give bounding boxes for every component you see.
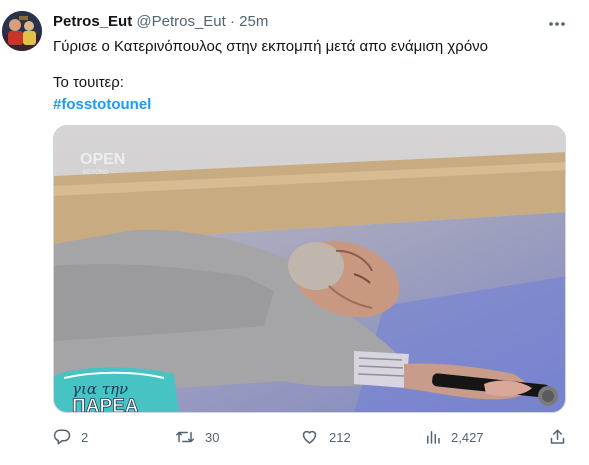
- timestamp[interactable]: 25m: [239, 13, 268, 30]
- media-image: OPEN BEYOND για την ΠΑΡΕΑ: [54, 126, 565, 413]
- retweet-button[interactable]: 30: [175, 426, 219, 448]
- tweet-header: Petros_Eut @Petros_Eut · 25m: [53, 13, 268, 31]
- retweet-count: 30: [205, 429, 220, 445]
- share-icon: [549, 428, 566, 446]
- avatar[interactable]: [2, 11, 42, 51]
- separator-dot: ·: [229, 13, 235, 30]
- author-handle[interactable]: @Petros_Eut: [136, 13, 225, 30]
- views-button[interactable]: 2,427: [425, 426, 484, 448]
- channel-logo: OPEN: [80, 151, 125, 168]
- show-logo-line2: ΠΑΡΕΑ: [72, 396, 139, 413]
- reply-button[interactable]: 2: [53, 426, 88, 448]
- like-count: 212: [329, 429, 351, 445]
- heart-icon: [300, 428, 319, 446]
- tweet-actions: 2 30 212 2,427: [53, 426, 573, 448]
- tweet-card: Petros_Eut @Petros_Eut · 25m Γύρισε ο Κα…: [0, 0, 589, 465]
- views-count: 2,427: [451, 429, 484, 445]
- retweet-icon: [175, 428, 195, 446]
- channel-tagline: BEYOND: [83, 170, 109, 176]
- author-name[interactable]: Petros_Eut: [53, 13, 132, 30]
- hashtag-link[interactable]: #fosstotounel: [53, 95, 151, 115]
- more-options-icon[interactable]: [548, 14, 566, 26]
- tweet-text: Γύρισε ο Κατερινόπουλος στην εκπομπή μετ…: [53, 37, 573, 115]
- views-icon: [425, 428, 441, 446]
- tweet-text-line: Γύρισε ο Κατερινόπουλος στην εκπομπή μετ…: [53, 38, 488, 55]
- share-button[interactable]: [549, 426, 566, 448]
- tweet-media[interactable]: OPEN BEYOND για την ΠΑΡΕΑ: [53, 125, 566, 413]
- like-button[interactable]: 212: [300, 426, 351, 448]
- reply-icon: [53, 428, 71, 446]
- reply-count: 2: [81, 429, 89, 445]
- tweet-text-line: Το τουιτερ:: [53, 74, 124, 91]
